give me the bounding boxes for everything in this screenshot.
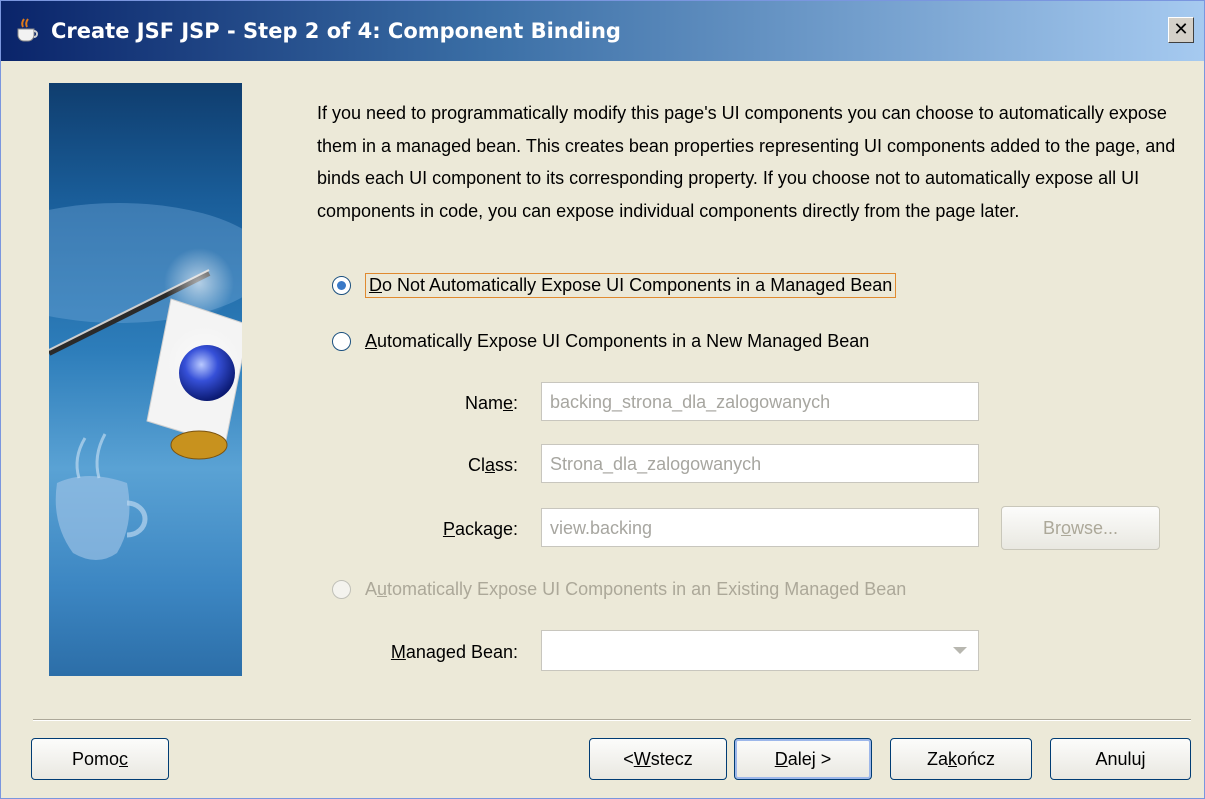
label-part: alej > [787,748,832,769]
radio-existing-bean[interactable] [332,580,351,599]
class-field[interactable]: Strona_dla_zalogowanych [541,444,979,483]
mnemonic: o [1060,517,1071,538]
mnemonic: A [365,331,378,351]
label-part: Br [1042,517,1061,538]
managed-bean-select[interactable] [541,630,979,671]
description-text: If you need to programmatically modify t… [317,103,1176,221]
help-button[interactable]: Pomo c [31,738,169,780]
option-new-bean-label: Automatically Expose UI Components in a … [365,331,869,352]
mnemonic: u [377,579,388,599]
managed-bean-label: Managed Bean: [361,642,518,663]
chevron-down-icon [953,647,967,654]
browse-button[interactable]: Br o wse... [1001,506,1160,550]
name-field[interactable]: backing_strona_dla_zalogowanych [541,382,979,421]
separator [33,719,1191,721]
option-new-bean[interactable]: Automatically Expose UI Components in a … [332,331,869,352]
title-bar[interactable]: Create JSF JSP - Step 2 of 4: Component … [1,1,1204,61]
close-icon: ✕ [1173,19,1189,40]
dialog-window: Create JSF JSP - Step 2 of 4: Component … [0,0,1205,799]
wizard-artwork [49,203,242,560]
label-part: A [365,579,378,599]
label-text: tomatically Expose UI Components in an E… [387,579,907,599]
package-label: Package: [418,519,518,540]
label-part: stecz [650,748,693,769]
package-field[interactable]: view.backing [541,508,979,547]
mnemonic: P [442,519,455,539]
mnemonic: k [947,748,957,769]
finish-button[interactable]: Za k ończ [890,738,1032,780]
radio-do-not-expose[interactable] [332,276,351,295]
window-title: Create JSF JSP - Step 2 of 4: Component … [51,19,621,43]
mnemonic: a [484,455,495,475]
name-label: Name: [456,393,518,414]
back-button[interactable]: < Wstecz [589,738,727,780]
cancel-button[interactable]: Anuluj [1050,738,1191,780]
wizard-illustration [49,83,242,676]
label-part: Cl [467,455,485,475]
label-text: o Not Automatically Expose UI Components… [382,275,893,295]
label-part: Pomo [71,748,120,769]
label-part: ończ [956,748,996,769]
option-existing-bean[interactable]: Automatically Expose UI Components in an… [332,579,906,600]
label-part: anaged Bean: [405,642,518,662]
label-part: Za [926,748,948,769]
class-label: Class: [456,455,518,476]
label-text: utomatically Expose UI Components in a N… [377,331,870,351]
mnemonic: e [502,393,513,413]
option-existing-bean-label: Automatically Expose UI Components in an… [365,579,906,600]
close-button[interactable]: ✕ [1168,17,1194,43]
mnemonic: D [774,748,788,769]
coffee-cup-icon [17,18,38,42]
mnemonic: D [369,275,382,295]
label-part: wse... [1071,517,1119,538]
label-part: : [512,393,518,413]
mnemonic: M [390,642,406,662]
label-part: ackage: [454,519,518,539]
next-button[interactable]: Dalej > [734,738,872,780]
label-part: Nam [464,393,503,413]
mnemonic: W [633,748,651,769]
label-part: < [623,748,634,769]
radio-new-bean[interactable] [332,332,351,351]
mnemonic: c [119,748,129,769]
label-part: ss: [494,455,518,475]
option-do-not-expose-label: Do Not Automatically Expose UI Component… [365,273,897,298]
option-do-not-expose[interactable]: Do Not Automatically Expose UI Component… [332,273,897,298]
